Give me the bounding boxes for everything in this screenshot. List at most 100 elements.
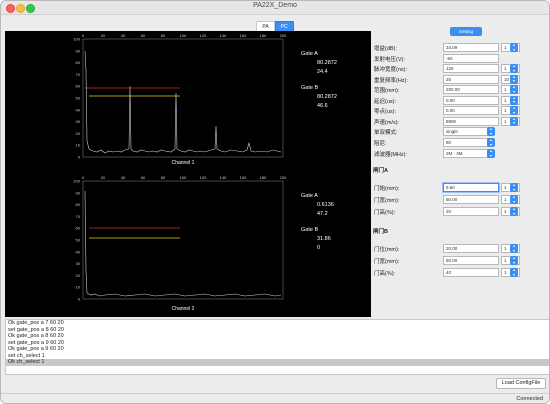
setting-select-row: 阻尼: 80 ▴ ▾ — [373, 137, 549, 148]
setting-input[interactable]: 125 — [443, 64, 499, 73]
chevron-updown-icon[interactable]: ▴ ▾ — [487, 148, 495, 158]
y-tick-label: 60 — [76, 226, 81, 231]
setting-input[interactable]: 50.00 — [443, 256, 499, 265]
chevron-updown-icon[interactable]: ▴ ▾ — [510, 84, 518, 94]
setting-input[interactable]: 40 — [443, 268, 499, 277]
setting-input[interactable]: 34.09 — [443, 43, 499, 52]
y-tick-label: 0 — [78, 155, 81, 160]
setting-input[interactable]: 0.00 — [443, 106, 499, 115]
y-tick-label: 40 — [76, 107, 81, 112]
setting-input[interactable]: 25 — [443, 74, 499, 84]
setting-label: 门高(%): — [374, 210, 396, 216]
x-tick-label: 200 — [280, 33, 287, 38]
channel-1-plot: 0 20 40 60 80 100 120 140 160 180 200 100908070605… — [73, 33, 337, 166]
chevron-updown-icon[interactable]: ▴ ▾ — [510, 95, 518, 105]
y-tick-label: 20 — [76, 131, 81, 136]
x-tick-label: 0 — [82, 175, 85, 180]
chevron-updown-icon[interactable]: ▴ ▾ — [510, 116, 518, 126]
command-log[interactable]: Ok gate_pos a 7 60 20 set gate_pos a 8 60… — [5, 319, 549, 375]
load-config-button[interactable]: Load ConfigFile — [496, 378, 546, 389]
ch1-gate-b-value2: 46.6 — [317, 103, 328, 109]
x-tick-label: 40 — [121, 33, 126, 38]
ch1-gate-a-value2: 24.4 — [317, 69, 328, 75]
x-tick-label: 180 — [260, 33, 267, 38]
ch1-gate-a-value1: 80.2872 — [317, 60, 337, 66]
setting-label: 门始(mm): — [374, 186, 400, 192]
setting-input[interactable]: 200.00 — [443, 85, 499, 94]
setting-label: 阻尼: — [374, 141, 387, 147]
plot-2-caption: Channel 2 — [172, 306, 195, 312]
ch2-gate-b-value2: 0 — [317, 245, 320, 251]
connection-status: Connected — [516, 396, 543, 402]
chevron-updown-icon[interactable]: ▴ ▾ — [510, 194, 518, 204]
y-tick-label: 30 — [76, 261, 81, 266]
setting-row: 零点(us): 0.00 1 ▴ ▾ — [373, 105, 549, 116]
y-tick-label: 50 — [76, 238, 81, 243]
x-tick-label: 140 — [220, 175, 227, 180]
y-tick-label: 90 — [76, 48, 81, 53]
setting-select[interactable]: 2M - 3M — [443, 149, 493, 158]
x-tick-label: 60 — [141, 175, 146, 180]
status-bar: Connected — [1, 393, 549, 403]
setting-select[interactable]: single — [443, 127, 493, 136]
chevron-updown-icon[interactable]: ▴ ▾ — [510, 42, 518, 52]
chevron-updown-icon[interactable]: ▴ ▾ — [510, 74, 518, 84]
y-tick-label: 50 — [76, 96, 81, 101]
gate-a-section-title: 闸门A — [373, 168, 388, 174]
plots-svg: 0 20 40 60 80 100 120 140 160 180 200 100908070605… — [73, 33, 337, 312]
gate-b-section-title: 闸门B — [373, 229, 388, 235]
setting-input[interactable]: 5900 — [443, 116, 499, 126]
ch1-gate-a-label: Gate A — [301, 51, 318, 57]
title-bar: PA22X_Demo — [1, 1, 549, 15]
setting-row: 重复频率(Hz): 25 10 ▴ ▾ — [373, 74, 549, 85]
setting-row: 脉冲宽度(ns): 125 1 ▴ ▾ — [373, 63, 549, 74]
x-tick-label: 160 — [240, 33, 247, 38]
y-tick-label: 70 — [76, 214, 81, 219]
x-tick-label: 40 — [121, 175, 126, 180]
y-tick-label: 10 — [76, 143, 81, 148]
setting-select[interactable]: 80 — [443, 138, 493, 147]
chevron-updown-icon[interactable]: ▴ ▾ — [510, 182, 518, 192]
setting-label: 门位(mm): — [374, 247, 400, 253]
setting-row: 门宽(mm): 50.00 1 ▴ ▾ — [373, 255, 549, 266]
setting-row: 范围(mm): 200.00 1 ▴ ▾ — [373, 84, 549, 95]
setting-input[interactable]: 60.00 — [443, 195, 499, 204]
plot-1-frame — [82, 38, 284, 158]
setting-label: 范围(mm): — [374, 88, 400, 94]
ch2-waveform — [84, 190, 282, 297]
setting-label: 脉冲宽度(ns): — [374, 67, 408, 73]
setting-select-row: 单双模式: single ▴ ▾ — [373, 126, 549, 137]
setting-input[interactable]: 20 — [443, 207, 499, 216]
y-tick-label: 60 — [76, 84, 81, 89]
plot-1-caption: Channel 1 — [172, 160, 195, 166]
setting-input[interactable]: -50 — [443, 53, 499, 63]
y-tick-label: 40 — [76, 249, 81, 254]
log-line[interactable]: Ok ch_select 1 — [6, 359, 549, 366]
setting-button[interactable]: Setting — [450, 27, 482, 36]
chevron-updown-icon[interactable]: ▴ ▾ — [510, 206, 518, 216]
y-tick-label: 100 — [73, 179, 80, 184]
setting-row: 延迟(us): 0.00 1 ▴ ▾ — [373, 95, 549, 106]
y-tick-label: 80 — [76, 60, 81, 65]
x-tick-label: 120 — [200, 33, 207, 38]
x-tick-label: 180 — [260, 175, 267, 180]
chevron-updown-icon[interactable]: ▴ ▾ — [487, 137, 495, 147]
chevron-updown-icon[interactable]: ▴ ▾ — [510, 267, 518, 277]
settings-panel: Setting 增益(dB): 34.09 1 ▴ ▾ 发射电压(V): -50 脉冲宽度(n… — [373, 27, 549, 317]
setting-label: 声速(m/s): — [374, 119, 400, 126]
plot-area: 0 20 40 60 80 100 120 140 160 180 200 100 90 80 70 60 5… — [5, 31, 371, 317]
chevron-updown-icon[interactable]: ▴ ▾ — [487, 126, 495, 136]
chevron-updown-icon[interactable]: ▴ ▾ — [510, 105, 518, 115]
y-tick-label: 80 — [76, 202, 81, 207]
chevron-updown-icon[interactable]: ▴ ▾ — [510, 243, 518, 253]
chevron-updown-icon[interactable]: ▴ ▾ — [510, 63, 518, 73]
x-tick-label: 200 — [280, 175, 287, 180]
y-tick-label: 20 — [76, 273, 81, 278]
setting-row: 门宽(mm): 60.00 1 ▴ ▾ — [373, 194, 549, 205]
setting-input[interactable]: 20.00 — [443, 244, 499, 253]
chevron-updown-icon[interactable]: ▴ ▾ — [510, 255, 518, 265]
y-tick-label: 100 — [73, 37, 80, 42]
setting-input[interactable]: 9.60 — [443, 183, 499, 192]
setting-label: 滤波器(MHz): — [374, 152, 407, 158]
setting-input[interactable]: 0.00 — [443, 95, 499, 105]
